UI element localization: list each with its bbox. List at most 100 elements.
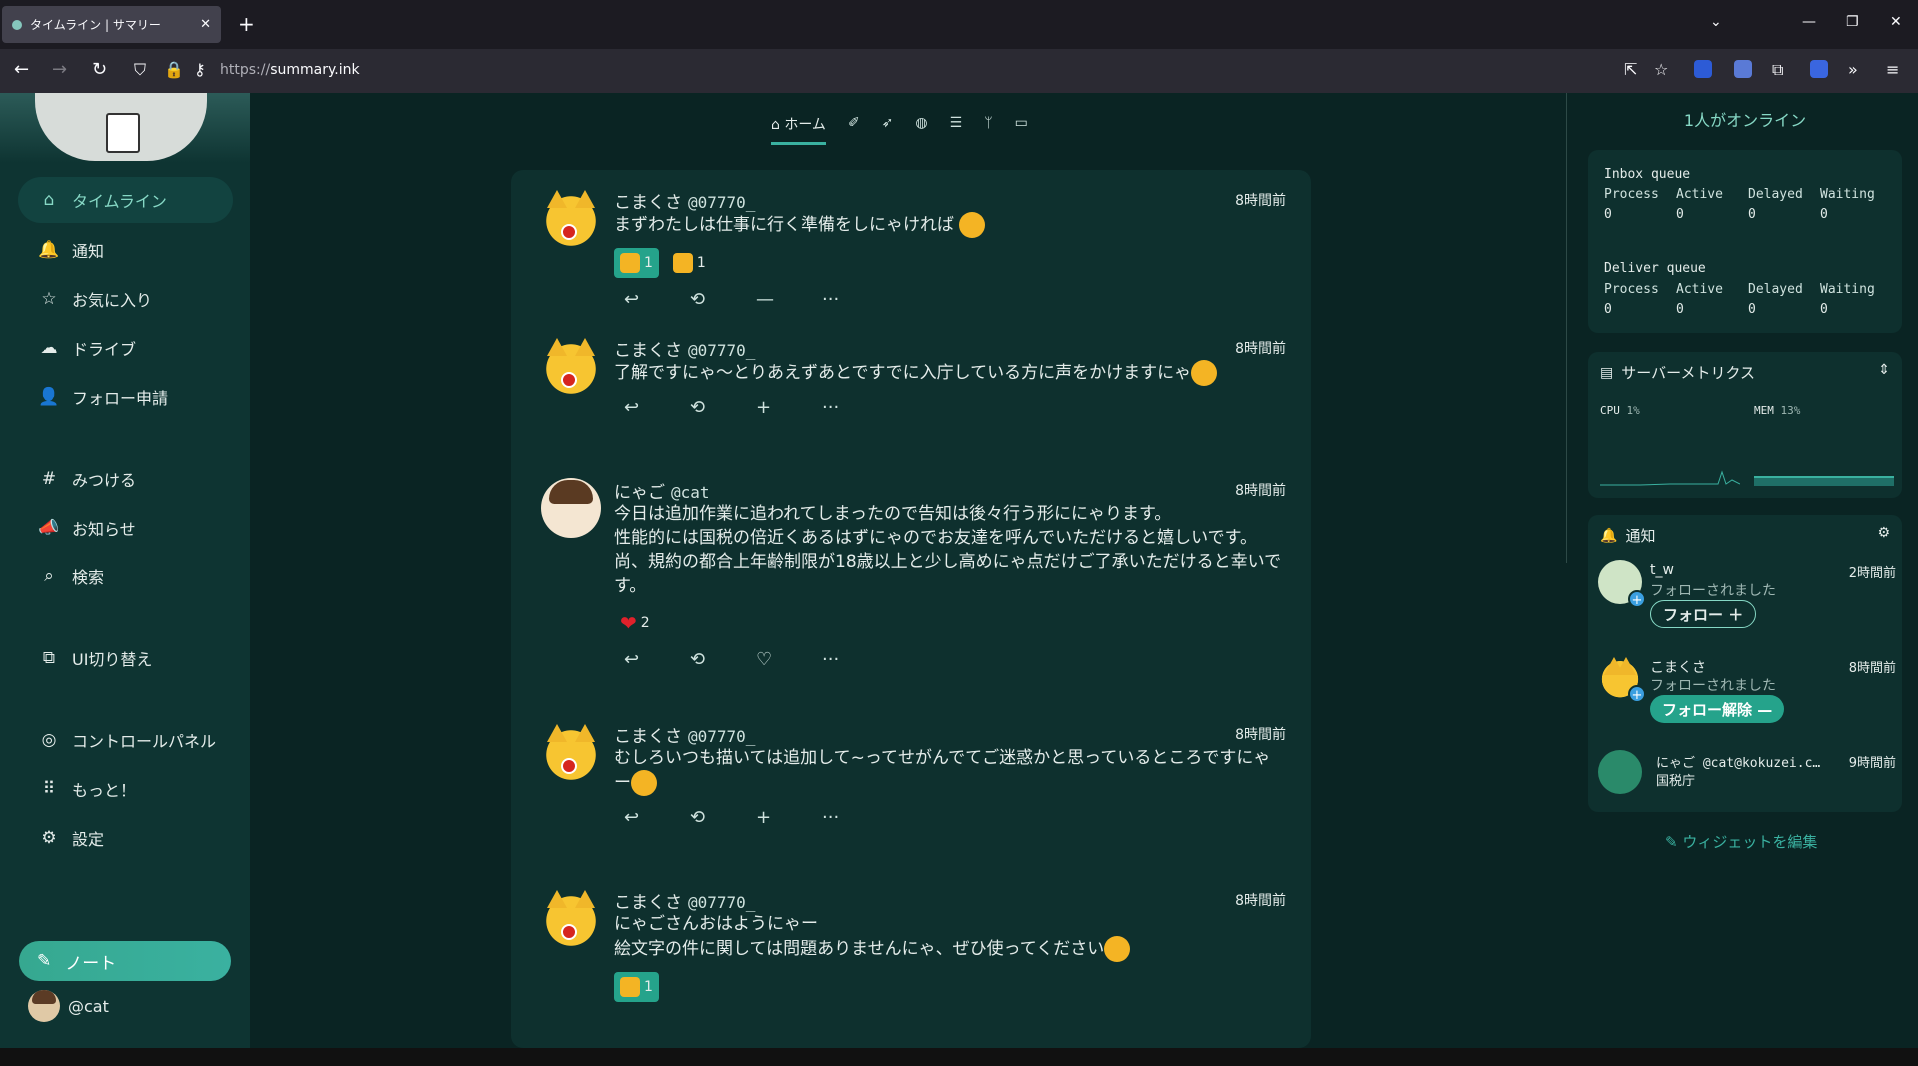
tab-home[interactable]: ⌂ ホーム [771,114,826,145]
note-time[interactable]: 8時間前 [1235,480,1286,500]
restore-icon[interactable]: ❐ [1846,14,1859,30]
note-username[interactable]: @07770_ [688,193,755,212]
tab-social[interactable]: ➶ [882,115,894,131]
custom-emoji [1104,936,1131,962]
sidebar-item-announcements[interactable]: 📣 お知らせ [18,505,233,551]
back-icon[interactable]: ← [14,59,29,80]
new-tab-button[interactable]: + [238,12,255,36]
note-time[interactable]: 8時間前 [1235,338,1286,358]
note-username[interactable]: @cat [671,483,710,502]
reaction-remove-button[interactable]: — [746,289,812,310]
sidebar-item-follow-requests[interactable]: 👤 フォロー申請 [18,374,233,420]
tab-title: タイムライン | サマリー [30,18,161,32]
translate-icon[interactable] [1734,60,1752,78]
chevron-down-icon[interactable]: ⌄ [1710,14,1722,30]
bitwarden-icon[interactable] [1694,60,1712,78]
overflow-icon[interactable]: » [1848,60,1858,79]
shield-icon[interactable]: ⛉ [134,60,146,80]
like-button[interactable]: ♡ [746,649,812,670]
browser-tab[interactable]: タイムライン | サマリー ✕ [2,6,221,43]
sidebar-item-timeline[interactable]: ⌂ タイムライン [18,177,233,223]
key-icon[interactable]: ⚷ [194,60,206,79]
sidebar-item-search[interactable]: ⌕ 検索 [18,553,233,599]
avatar[interactable] [541,722,601,782]
gear-icon[interactable]: ⚙ [1877,525,1890,541]
renote-icon[interactable]: ⟲ [680,397,746,418]
queue-header: Waiting [1820,282,1875,297]
avatar[interactable] [541,336,601,396]
share-icon[interactable]: ⇱ [1624,60,1637,79]
notification-user[interactable]: にゃご @cat@kokuzei.c… [1656,752,1820,771]
avatar[interactable] [541,478,601,538]
note-author[interactable]: こまくさ [614,341,682,361]
more-icon[interactable]: ··· [812,397,878,418]
tab-channel[interactable]: ▭ [1015,115,1028,131]
renote-icon[interactable]: ⟲ [680,649,746,670]
more-icon[interactable]: ··· [812,807,878,828]
notification-user[interactable]: こまくさ [1650,657,1706,677]
lock-icon[interactable]: 🔒 [164,60,184,79]
avatar[interactable] [541,188,601,248]
note-username[interactable]: @07770_ [688,727,755,746]
forward-icon[interactable]: → [52,59,67,80]
add-reaction-button[interactable]: + [746,397,812,418]
follow-button[interactable]: フォロー ＋ [1650,600,1757,628]
reaction-button[interactable]: 1 [614,972,659,1002]
avatar[interactable] [1598,750,1642,794]
unfollow-button[interactable]: フォロー解除 — [1650,695,1785,723]
tab-list[interactable]: ☰ [950,115,963,131]
note-username[interactable]: @07770_ [688,341,755,360]
note-author[interactable]: にゃご [614,483,665,503]
reply-icon[interactable]: ↩ [614,397,680,418]
notification-time: 2時間前 [1848,566,1896,581]
note-time[interactable]: 8時間前 [1235,190,1286,210]
minimize-icon[interactable]: — [1802,14,1816,30]
deliver-queue-headers: Process Active Delayed Waiting [1604,282,1892,297]
notification-user[interactable]: t_w [1650,562,1674,578]
edit-widgets-button[interactable]: ✎ ウィジェットを編集 [1665,831,1817,852]
url-bar[interactable]: https://summary.ink [220,62,360,78]
reply-icon[interactable]: ↩ [614,289,680,310]
bookmark-star-icon[interactable]: ☆ [1654,60,1668,79]
menu-icon[interactable]: ≡ [1886,60,1899,79]
extension-icon[interactable] [1810,60,1828,78]
note-button[interactable]: ✎ ノート [19,941,231,981]
tab-local[interactable]: ✐ [848,115,860,131]
sidebar-item-favorites[interactable]: ☆ お気に入り [18,276,233,322]
reload-icon[interactable]: ↻ [92,59,107,80]
window-close-icon[interactable]: ✕ [1890,14,1902,30]
sidebar-item-more[interactable]: ⠿ もっと！ [18,766,233,812]
sidebar-item-notifications[interactable]: 🔔 通知 [18,227,233,273]
renote-icon[interactable]: ⟲ [680,807,746,828]
sidebar-item-settings[interactable]: ⚙ 設定 [18,815,233,861]
sidebar-item-explore[interactable]: # みつける [18,456,233,502]
cpu-graph [1600,470,1740,486]
account-menu[interactable]: @cat [28,990,109,1022]
note-time[interactable]: 8時間前 [1235,724,1286,744]
avatar[interactable] [541,888,601,948]
reaction-button[interactable]: ❤ 2 [614,608,656,638]
note-author[interactable]: こまくさ [614,893,682,913]
reply-icon[interactable]: ↩ [614,807,680,828]
expand-toggle-icon[interactable]: ⇕ [1878,362,1890,378]
sidebar-item-control-panel[interactable]: ◎ コントロールパネル [18,717,233,763]
queue-value: 0 [1676,302,1684,317]
more-icon[interactable]: ··· [812,289,878,310]
reaction-button[interactable]: 1 [614,248,659,278]
extensions-icon[interactable]: ⧉ [1772,60,1783,80]
sidebar-item-ui-switch[interactable]: ⧉ UI切り替え [18,635,233,681]
sidebar-item-drive[interactable]: ☁ ドライブ [18,325,233,371]
note-author[interactable]: こまくさ [614,727,682,747]
add-reaction-button[interactable]: + [746,807,812,828]
note-author[interactable]: こまくさ [614,193,682,213]
reaction-button[interactable]: 1 [667,248,712,278]
tab-antenna[interactable]: ᛘ [984,115,992,131]
reply-icon[interactable]: ↩ [614,649,680,670]
note-username[interactable]: @07770_ [688,893,755,912]
renote-icon[interactable]: ⟲ [680,289,746,310]
more-icon[interactable]: ··· [812,649,878,670]
custom-emoji [631,770,657,796]
close-tab-icon[interactable]: ✕ [200,17,211,32]
note-time[interactable]: 8時間前 [1235,890,1286,910]
tab-global[interactable]: ◍ [915,115,927,131]
